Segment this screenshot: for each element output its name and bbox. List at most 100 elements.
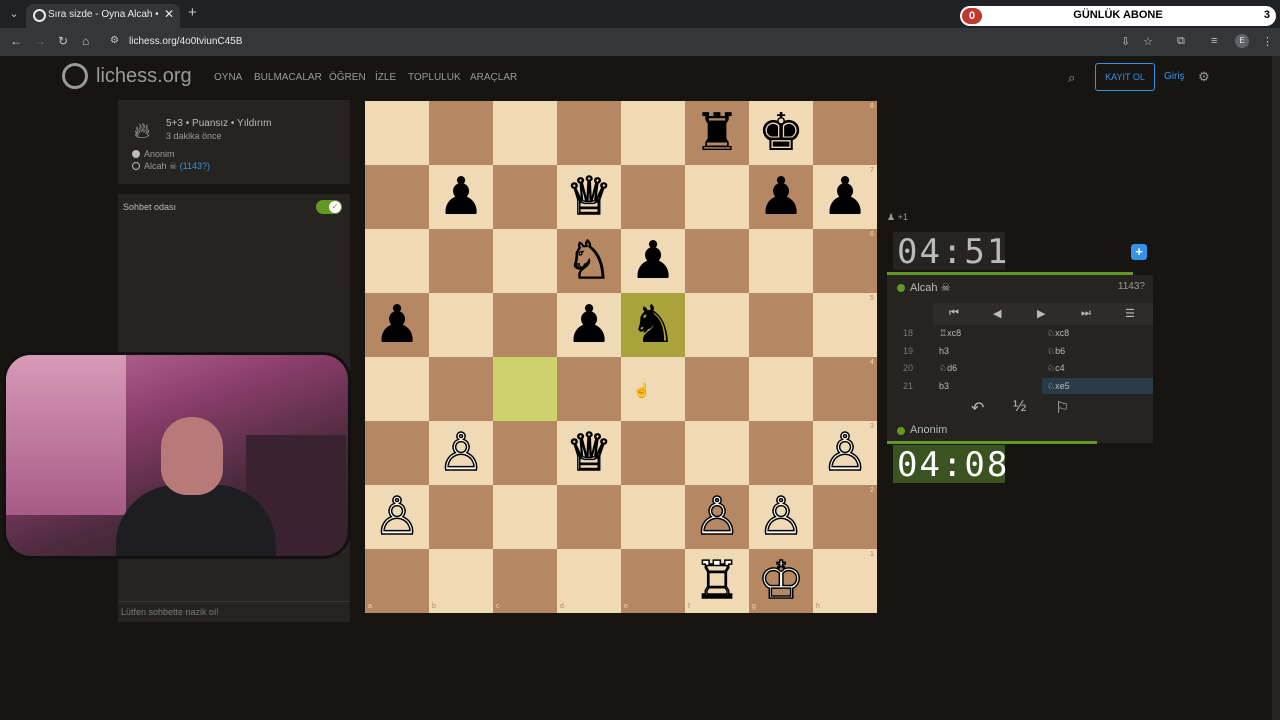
black-piece-b7[interactable]: ♟	[429, 165, 493, 229]
nav-puzzles[interactable]: BULMACALAR	[254, 72, 322, 83]
square-h8[interactable]	[813, 101, 877, 165]
black-move[interactable]: ♘b6	[1047, 346, 1065, 357]
lichess-logo-icon[interactable]	[62, 63, 88, 89]
nav-watch[interactable]: İZLE	[375, 72, 396, 83]
square-b4[interactable]	[429, 357, 493, 421]
square-c2[interactable]	[493, 485, 557, 549]
white-move[interactable]: ♘d6	[939, 363, 957, 374]
square-c3[interactable]	[493, 421, 557, 485]
square-e4[interactable]	[621, 357, 685, 421]
forward-arrow-icon[interactable]: →	[34, 34, 46, 48]
square-f6[interactable]	[685, 229, 749, 293]
nav-play[interactable]: OYNA	[214, 72, 242, 83]
black-player-name[interactable]: Alcah ☠	[144, 161, 177, 171]
extensions-icon[interactable]: ⧉	[1177, 35, 1185, 48]
black-move[interactable]: ♘xe5	[1047, 381, 1070, 392]
square-e7[interactable]	[621, 165, 685, 229]
square-f3[interactable]	[685, 421, 749, 485]
square-d1[interactable]	[557, 549, 621, 613]
profile-avatar[interactable]: E	[1235, 34, 1249, 48]
white-piece-b3[interactable]: ♙	[429, 421, 493, 485]
square-g5[interactable]	[749, 293, 813, 357]
chat-toggle[interactable]: ✓	[316, 200, 342, 214]
nav-tools[interactable]: ARAÇLAR	[470, 72, 517, 83]
login-link[interactable]: Giriş	[1164, 71, 1185, 82]
opponent-name[interactable]: Alcah ☠	[910, 281, 950, 294]
black-piece-e6[interactable]: ♟	[621, 229, 685, 293]
square-a7[interactable]	[365, 165, 429, 229]
square-h6[interactable]	[813, 229, 877, 293]
offer-draw-button[interactable]: ½	[1013, 398, 1026, 416]
black-piece-g8[interactable]: ♚	[749, 101, 813, 165]
last-move-icon[interactable]: ⏭	[1081, 307, 1091, 320]
square-f5[interactable]	[685, 293, 749, 357]
add-time-button[interactable]: +	[1131, 244, 1147, 260]
square-g4[interactable]	[749, 357, 813, 421]
black-piece-h7[interactable]: ♟	[813, 165, 877, 229]
tab-close-icon[interactable]: ✕	[164, 7, 174, 21]
square-a3[interactable]	[365, 421, 429, 485]
white-piece-a2[interactable]: ♙	[365, 485, 429, 549]
white-piece-h3[interactable]: ♙	[813, 421, 877, 485]
square-g6[interactable]	[749, 229, 813, 293]
white-piece-g2[interactable]: ♙	[749, 485, 813, 549]
home-icon[interactable]: ⌂	[82, 34, 89, 48]
square-h2[interactable]	[813, 485, 877, 549]
square-e3[interactable]	[621, 421, 685, 485]
black-piece-a5[interactable]: ♟	[365, 293, 429, 357]
square-c6[interactable]	[493, 229, 557, 293]
square-h1[interactable]	[813, 549, 877, 613]
white-piece-f1[interactable]: ♖	[685, 549, 749, 613]
address-bar[interactable]: lichess.org/4o0tviunC45B	[129, 36, 242, 47]
takeback-icon[interactable]: ↶	[971, 398, 984, 418]
nav-learn[interactable]: ÖĞREN	[329, 72, 366, 83]
player-name[interactable]: Anonim	[910, 424, 947, 436]
next-move-icon[interactable]: ▶	[1037, 307, 1045, 320]
square-c1[interactable]	[493, 549, 557, 613]
square-b8[interactable]	[429, 101, 493, 165]
square-g3[interactable]	[749, 421, 813, 485]
white-move[interactable]: b3	[939, 381, 949, 391]
black-piece-f8[interactable]: ♜	[685, 101, 749, 165]
signup-button[interactable]: KAYIT OL	[1095, 63, 1155, 91]
square-b2[interactable]	[429, 485, 493, 549]
back-arrow-icon[interactable]: ←	[10, 34, 22, 48]
white-piece-f2[interactable]: ♙	[685, 485, 749, 549]
square-f4[interactable]	[685, 357, 749, 421]
browser-tab[interactable]: Sıra sizde - Oyna Alcah • lichess ✕	[26, 4, 180, 28]
nav-community[interactable]: TOPLULUK	[408, 72, 461, 83]
black-piece-d5[interactable]: ♟	[557, 293, 621, 357]
menu-icon[interactable]: ☰	[1125, 307, 1135, 320]
settings-gear-icon[interactable]: ⚙	[1198, 69, 1210, 85]
square-b5[interactable]	[429, 293, 493, 357]
white-piece-d7[interactable]: ♕	[557, 165, 621, 229]
square-a1[interactable]	[365, 549, 429, 613]
new-tab-button[interactable]: +	[188, 4, 197, 21]
page-scrollbar[interactable]	[1272, 56, 1280, 720]
site-logo[interactable]: lichess.org	[96, 65, 192, 88]
square-f7[interactable]	[685, 165, 749, 229]
black-piece-e5[interactable]: ♞	[621, 293, 685, 357]
install-app-icon[interactable]: ⇩	[1121, 35, 1130, 48]
first-move-icon[interactable]: ⏮	[949, 307, 959, 320]
black-move[interactable]: ♘c4	[1047, 363, 1065, 374]
black-move[interactable]: ♘xc8	[1047, 328, 1069, 339]
bookmark-star-icon[interactable]: ☆	[1143, 35, 1153, 48]
square-a4[interactable]	[365, 357, 429, 421]
media-controls-icon[interactable]: ≡	[1211, 35, 1217, 47]
white-move[interactable]: ♖xc8	[939, 328, 961, 339]
white-move[interactable]: h3	[939, 346, 949, 356]
square-e2[interactable]	[621, 485, 685, 549]
square-d4[interactable]	[557, 357, 621, 421]
square-d8[interactable]	[557, 101, 621, 165]
prev-move-icon[interactable]: ◀	[993, 307, 1001, 320]
square-c5[interactable]	[493, 293, 557, 357]
square-a6[interactable]	[365, 229, 429, 293]
square-h4[interactable]	[813, 357, 877, 421]
square-c4[interactable]	[493, 357, 557, 421]
black-piece-g7[interactable]: ♟	[749, 165, 813, 229]
square-a8[interactable]	[365, 101, 429, 165]
square-h5[interactable]	[813, 293, 877, 357]
tab-search-button[interactable]: ⌄	[4, 4, 24, 24]
site-info-icon[interactable]: ⚙	[110, 35, 119, 46]
